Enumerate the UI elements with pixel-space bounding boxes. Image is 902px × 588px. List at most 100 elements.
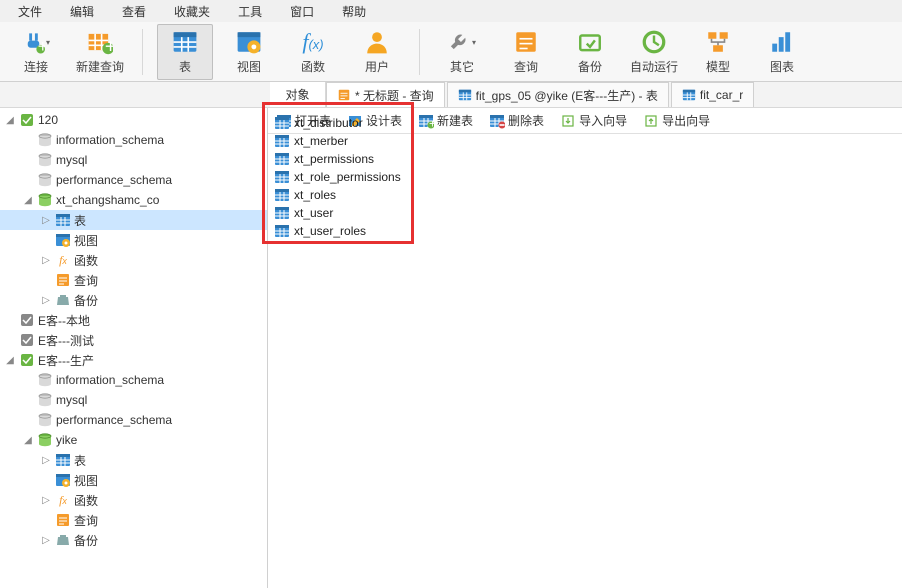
backup-button[interactable]: 备份 bbox=[562, 24, 618, 80]
tree-label: performance_schema bbox=[56, 173, 172, 187]
twisty-icon[interactable]: ▷ bbox=[40, 294, 52, 306]
tab-bar: 对象 * 无标题 - 查询 fit_gps_05 @yike (E客---生产)… bbox=[0, 82, 902, 108]
tree-node[interactable]: E客---测试 bbox=[0, 330, 267, 350]
table-row[interactable]: xt_user bbox=[274, 204, 902, 222]
table-row[interactable]: xt_merber bbox=[274, 132, 902, 150]
tree-node[interactable]: performance_schema bbox=[0, 410, 267, 430]
new-query-button[interactable]: 新建查询 bbox=[72, 24, 128, 80]
db-icon bbox=[37, 372, 53, 388]
objects-tab[interactable]: 对象 bbox=[270, 82, 326, 107]
twisty-icon[interactable] bbox=[22, 174, 34, 186]
twisty-icon[interactable] bbox=[4, 314, 16, 326]
twisty-icon[interactable]: ▷ bbox=[40, 494, 52, 506]
separator bbox=[419, 29, 420, 75]
menu-2[interactable]: 查看 bbox=[108, 1, 160, 22]
table-icon bbox=[274, 205, 290, 221]
connection-tree[interactable]: ◢ 120 information_schema mysql performan… bbox=[0, 108, 268, 588]
twisty-icon[interactable]: ▷ bbox=[40, 254, 52, 266]
tree-node[interactable]: information_schema bbox=[0, 370, 267, 390]
twisty-icon[interactable] bbox=[4, 334, 16, 346]
other-button[interactable]: ▾ 其它 bbox=[434, 24, 490, 80]
tree-node[interactable]: ▷ 备份 bbox=[0, 530, 267, 550]
tree-node[interactable]: ▷ fx 函数 bbox=[0, 250, 267, 270]
tree-node[interactable]: ◢ yike bbox=[0, 430, 267, 450]
view-icon bbox=[235, 28, 263, 56]
menu-3[interactable]: 收藏夹 bbox=[160, 1, 224, 22]
twisty-icon[interactable]: ▷ bbox=[40, 214, 52, 226]
tree-node[interactable]: 视图 bbox=[0, 470, 267, 490]
tab-label: * 无标题 - 查询 bbox=[355, 87, 434, 104]
query-icon bbox=[337, 88, 351, 102]
chart-button[interactable]: 图表 bbox=[754, 24, 810, 80]
tree-node[interactable]: ◢ xt_changshamc_co bbox=[0, 190, 267, 210]
toolbar-label: 表 bbox=[179, 58, 191, 75]
twisty-icon[interactable]: ◢ bbox=[22, 434, 34, 446]
table-name: xt_permissions bbox=[294, 152, 374, 166]
twisty-icon[interactable]: ◢ bbox=[4, 354, 16, 366]
auto-button[interactable]: 自动运行 bbox=[626, 24, 682, 80]
tree-node[interactable]: ◢ E客---生产 bbox=[0, 350, 267, 370]
wrench-icon: ▾ bbox=[448, 28, 476, 56]
twisty-icon[interactable] bbox=[40, 474, 52, 486]
twisty-icon[interactable] bbox=[40, 274, 52, 286]
menu-4[interactable]: 工具 bbox=[224, 1, 276, 22]
table-button[interactable]: 表 bbox=[157, 24, 213, 80]
menu-1[interactable]: 编辑 bbox=[56, 1, 108, 22]
twisty-icon[interactable]: ◢ bbox=[4, 114, 16, 126]
toolbar-label: 连接 bbox=[24, 58, 48, 75]
menu-6[interactable]: 帮助 bbox=[328, 1, 380, 22]
twisty-icon[interactable]: ◢ bbox=[22, 194, 34, 206]
tree-node[interactable]: information_schema bbox=[0, 130, 267, 150]
db-on-icon bbox=[37, 192, 53, 208]
tree-node[interactable]: ▷ fx 函数 bbox=[0, 490, 267, 510]
twisty-icon[interactable] bbox=[40, 234, 52, 246]
query-button[interactable]: 查询 bbox=[498, 24, 554, 80]
twisty-icon[interactable] bbox=[22, 154, 34, 166]
twisty-icon[interactable] bbox=[22, 374, 34, 386]
twisty-icon[interactable]: ▷ bbox=[40, 534, 52, 546]
tab-untitled[interactable]: * 无标题 - 查询 bbox=[326, 82, 445, 107]
table-name: xt_user_roles bbox=[294, 224, 366, 238]
tree-node[interactable]: ◢ 120 bbox=[0, 110, 267, 130]
tab-fit-car[interactable]: fit_car_r bbox=[671, 82, 754, 107]
table-name: xt_role_permissions bbox=[294, 170, 401, 184]
table-icon bbox=[55, 212, 71, 228]
tree-node[interactable]: mysql bbox=[0, 150, 267, 170]
tree-label: mysql bbox=[56, 393, 87, 407]
table-row[interactable]: xt_distributor bbox=[274, 114, 902, 132]
backup-icon bbox=[55, 532, 71, 548]
twisty-icon[interactable] bbox=[22, 394, 34, 406]
menu-5[interactable]: 窗口 bbox=[276, 1, 328, 22]
tree-label: information_schema bbox=[56, 133, 164, 147]
menu-0[interactable]: 文件 bbox=[4, 1, 56, 22]
tree-label: 表 bbox=[74, 212, 86, 229]
tree-node[interactable]: 查询 bbox=[0, 510, 267, 530]
model-button[interactable]: 模型 bbox=[690, 24, 746, 80]
twisty-icon[interactable] bbox=[22, 414, 34, 426]
tree-node[interactable]: E客--本地 bbox=[0, 310, 267, 330]
table-row[interactable]: xt_user_roles bbox=[274, 222, 902, 240]
tree-node[interactable]: ▷ 表 bbox=[0, 450, 267, 470]
tab-fit-gps[interactable]: fit_gps_05 @yike (E客---生产) - 表 bbox=[447, 82, 669, 107]
table-row[interactable]: xt_role_permissions bbox=[274, 168, 902, 186]
objects-tab-label: 对象 bbox=[285, 86, 309, 103]
tree-node[interactable]: performance_schema bbox=[0, 170, 267, 190]
function-button[interactable]: f(x) 函数 bbox=[285, 24, 341, 80]
tree-label: xt_changshamc_co bbox=[56, 193, 159, 207]
view-button[interactable]: 视图 bbox=[221, 24, 277, 80]
tree-node[interactable]: ▷ 备份 bbox=[0, 290, 267, 310]
twisty-icon[interactable]: ▷ bbox=[40, 454, 52, 466]
backup-icon bbox=[576, 28, 604, 56]
user-button[interactable]: 用户 bbox=[349, 24, 405, 80]
table-row[interactable]: xt_permissions bbox=[274, 150, 902, 168]
tree-node[interactable]: mysql bbox=[0, 390, 267, 410]
tree-node[interactable]: 视图 bbox=[0, 230, 267, 250]
tree-node[interactable]: ▷ 表 bbox=[0, 210, 267, 230]
connect-button[interactable]: ▾ 连接 bbox=[8, 24, 64, 80]
twisty-icon[interactable] bbox=[40, 514, 52, 526]
tree-node[interactable]: 查询 bbox=[0, 270, 267, 290]
conn-on-icon bbox=[19, 112, 35, 128]
twisty-icon[interactable] bbox=[22, 134, 34, 146]
table-row[interactable]: xt_roles bbox=[274, 186, 902, 204]
db-on-icon bbox=[37, 432, 53, 448]
